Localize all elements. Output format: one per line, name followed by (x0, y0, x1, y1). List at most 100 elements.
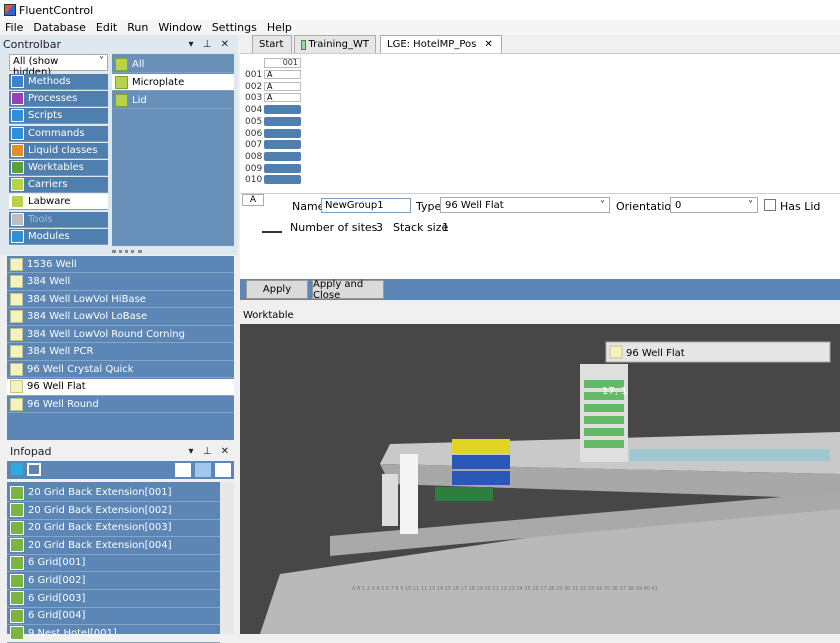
category-item[interactable]: Methods (9, 74, 108, 90)
infopad-item[interactable]: 20 Grid Back Extension[001] (7, 484, 220, 502)
apply-and-close-button[interactable]: Apply and Close (312, 279, 384, 301)
category-label: Tools (28, 213, 53, 225)
orientation-select[interactable]: 0 ˅ (670, 197, 758, 213)
tag-icon[interactable] (11, 463, 23, 475)
tab-training-wt[interactable]: Training_WT (294, 35, 376, 53)
labware-item[interactable]: 384 Well LowVol Round Corning (7, 326, 234, 343)
menu-item[interactable]: File (0, 21, 28, 34)
site-slot[interactable] (264, 128, 301, 138)
labware-label: 384 Well (27, 276, 71, 287)
category-item[interactable]: Carriers (9, 177, 108, 194)
apply-button[interactable]: Apply (246, 280, 308, 299)
infopad-item[interactable]: 20 Grid Back Extension[002] (7, 502, 220, 520)
category-item[interactable]: Processes (9, 91, 108, 108)
row-label: 010 (245, 175, 263, 186)
barcode-icon[interactable] (27, 463, 41, 476)
worktable-3d-view[interactable]: 17, 1 96 Well Flat A B 1 2 3 4 5 6 7 8 9… (240, 324, 840, 634)
labware-label: 384 Well PCR (27, 346, 94, 357)
category-label: Modules (28, 230, 70, 242)
worktable-item-icon (10, 591, 24, 606)
category-item[interactable]: Liquid classes (9, 142, 108, 159)
worktable-item-icon (10, 573, 24, 588)
category-icon (11, 109, 24, 123)
scene-view-icon[interactable] (215, 463, 231, 477)
menu-item[interactable]: Database (28, 21, 91, 34)
site-slot[interactable]: A (264, 81, 301, 91)
tab-start[interactable]: Start (252, 35, 292, 53)
worktable-item-icon (10, 608, 24, 623)
menu-item[interactable]: Settings (207, 21, 262, 34)
category-item[interactable]: Modules (9, 228, 108, 245)
menu-item[interactable]: Run (122, 21, 153, 34)
labware-item[interactable]: 96 Well Crystal Quick (7, 361, 234, 378)
yellow-labware (452, 439, 510, 453)
menu-item[interactable]: Help (262, 21, 297, 34)
tab-lge-hotelmp-pos[interactable]: LGE: HotelMP_Pos ✕ (380, 35, 502, 53)
category-item[interactable]: Labware (9, 194, 108, 211)
infopad-item[interactable]: 6 Grid[004] (7, 607, 220, 626)
show-filter-select[interactable]: All (show hidden) ˅ (9, 54, 108, 78)
category-item[interactable]: Worktables (9, 160, 108, 176)
chart-view-icon[interactable] (195, 463, 211, 477)
site-slot[interactable] (264, 116, 301, 126)
panel-controls-icon[interactable]: ▾ ⊥ ✕ (189, 39, 232, 50)
infopad-item[interactable]: 6 Grid[002] (7, 572, 220, 590)
worktable-item-icon (10, 485, 24, 500)
filter-item[interactable]: Microplate (112, 74, 234, 91)
labware-item[interactable]: 384 Well LowVol HiBase (7, 291, 234, 308)
close-icon[interactable]: ✕ (484, 39, 492, 50)
category-label: Processes (28, 93, 78, 105)
labware-label: 1536 Well (27, 258, 77, 270)
column-header: 001 (264, 58, 301, 68)
labware-item[interactable]: 1536 Well (7, 256, 234, 273)
labware-item[interactable]: 96 Well Round (7, 396, 234, 413)
has-lid-checkbox[interactable] (764, 199, 776, 211)
show-filter-value: All (show hidden) (13, 56, 59, 78)
site-slot[interactable] (264, 175, 301, 185)
carrier-post (382, 474, 398, 526)
worktable-item-icon (10, 538, 24, 553)
infopad-item[interactable]: 6 Grid[001] (7, 554, 220, 573)
site-slot[interactable] (264, 151, 301, 161)
site-slot[interactable] (264, 105, 301, 115)
labware-label: 96 Well Round (27, 398, 99, 410)
type-select[interactable]: 96 Well Flat ˅ (440, 197, 610, 213)
infopad-scrollbar[interactable] (220, 482, 234, 634)
category-icon (11, 212, 24, 226)
labware-item[interactable]: 96 Well Flat (7, 378, 234, 396)
labware-item[interactable]: 384 Well PCR (7, 344, 234, 361)
strip-tab[interactable]: A (242, 194, 264, 206)
menu-item[interactable]: Window (153, 21, 206, 34)
panel-controls-icon[interactable]: ▾ ⊥ ✕ (189, 446, 232, 457)
site-slot[interactable] (264, 163, 301, 173)
infopad-item[interactable]: 20 Grid Back Extension[003] (7, 519, 220, 538)
chevron-down-icon: ˅ (600, 199, 605, 211)
labware-item[interactable]: 384 Well LowVol LoBase (7, 309, 234, 326)
view-icon[interactable] (175, 463, 191, 477)
site-slot[interactable]: A (264, 70, 301, 79)
filter-item[interactable]: All (112, 56, 234, 73)
infopad-item[interactable]: 6 Grid[003] (7, 590, 220, 608)
has-lid-label: Has Lid (780, 200, 821, 213)
menu-item[interactable]: Edit (91, 21, 122, 34)
menu-bar: File Database Edit Run Window Settings Help (0, 20, 840, 35)
group-properties: A Name Type 96 Well Flat˅ Orientation 0˅… (240, 193, 840, 238)
splitter-grip[interactable] (112, 250, 142, 254)
category-item[interactable]: Scripts (9, 108, 108, 125)
type-value: 96 Well Flat (445, 199, 504, 211)
row-label: 001 (245, 70, 263, 80)
site-slot[interactable] (264, 140, 301, 150)
chevron-down-icon: ˅ (99, 56, 104, 67)
category-item[interactable]: Tools (9, 211, 108, 228)
labware-item[interactable]: 384 Well (7, 274, 234, 291)
sites-label: Number of sites (290, 221, 378, 234)
site-slot[interactable]: A (264, 93, 301, 103)
infopad-item[interactable]: 20 Grid Back Extension[004] (7, 537, 220, 555)
category-icon (11, 143, 24, 157)
collapse-icon[interactable] (262, 221, 282, 233)
category-item[interactable]: Commands (9, 125, 108, 142)
name-field[interactable] (321, 198, 411, 213)
row-label: 004 (245, 105, 263, 116)
labware-label: 384 Well LowVol Round Corning (27, 328, 185, 340)
filter-item[interactable]: Lid (112, 92, 234, 109)
